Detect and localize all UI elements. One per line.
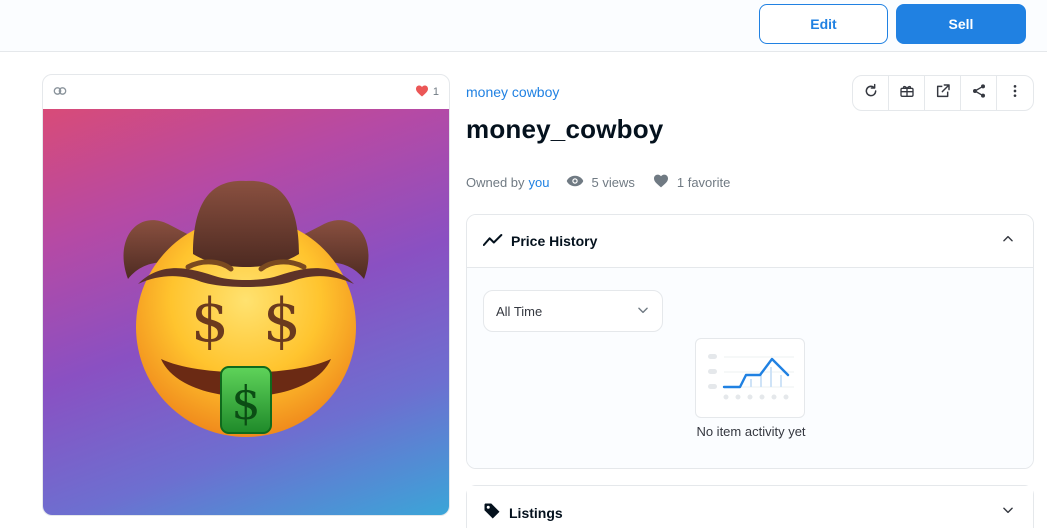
card-header: 1 <box>43 75 449 109</box>
price-history-header[interactable]: Price History <box>467 215 1033 268</box>
chevron-down-icon <box>636 303 650 320</box>
owned-by-label: Owned by <box>466 174 525 190</box>
tag-icon <box>483 502 501 523</box>
nft-image-card: 1 $ $ $ <box>42 74 450 516</box>
favorite-count: 1 <box>432 86 439 98</box>
svg-text:$: $ <box>191 286 229 356</box>
chevron-up-icon[interactable] <box>1001 232 1015 251</box>
eye-icon <box>566 175 584 190</box>
listings-panel: Listings <box>466 485 1034 528</box>
heart-icon <box>415 85 429 100</box>
views-count: 5 views <box>591 174 635 190</box>
more-options-button[interactable] <box>997 76 1033 110</box>
time-range-select[interactable]: All Time <box>483 290 663 332</box>
empty-activity-message: No item activity yet <box>696 424 806 439</box>
price-history-body: All Time No item activity yet <box>467 268 1033 468</box>
price-history-title-group: Price History <box>482 233 598 250</box>
chart-placeholder-icon <box>708 354 794 400</box>
heart-icon <box>653 174 669 191</box>
empty-chart-illustration <box>695 338 805 418</box>
external-link-icon <box>935 83 951 104</box>
svg-text:$: $ <box>231 376 260 430</box>
chain-link-icon <box>53 83 67 101</box>
share-button[interactable] <box>961 76 997 110</box>
collection-link[interactable]: money cowboy <box>466 84 559 100</box>
time-range-value: All Time <box>496 303 543 319</box>
owner-link[interactable]: you <box>529 175 550 190</box>
chevron-down-icon[interactable] <box>1001 503 1015 522</box>
favorites-stat: 1 favorite <box>653 174 730 191</box>
share-icon <box>971 83 987 104</box>
views-stat: 5 views <box>566 175 635 190</box>
favorites-count: 1 favorite <box>676 174 731 190</box>
open-external-button[interactable] <box>925 76 961 110</box>
item-action-group <box>852 75 1034 111</box>
item-title: money_cowboy <box>466 114 664 144</box>
money-cowboy-emoji: $ $ $ <box>123 180 369 437</box>
price-history-title: Price History <box>511 233 598 249</box>
nft-image[interactable]: $ $ $ <box>43 109 449 515</box>
refresh-button[interactable] <box>853 76 889 110</box>
top-action-bar: Edit Sell <box>0 0 1047 52</box>
svg-text:$: $ <box>263 286 301 356</box>
sell-button[interactable]: Sell <box>896 4 1026 44</box>
more-vertical-icon <box>1007 83 1023 104</box>
gift-icon <box>899 83 915 104</box>
trending-icon <box>482 233 503 250</box>
listings-title: Listings <box>509 504 563 521</box>
favorite-toggle[interactable]: 1 <box>415 85 439 100</box>
listings-title-group: Listings <box>483 502 563 523</box>
price-history-panel: Price History All Time No item activity … <box>466 214 1034 469</box>
transfer-button[interactable] <box>889 76 925 110</box>
refresh-icon <box>863 83 879 104</box>
listings-header[interactable]: Listings <box>467 486 1033 528</box>
item-meta: Owned by you 5 views 1 favorite <box>466 172 730 192</box>
edit-button[interactable]: Edit <box>759 4 888 44</box>
